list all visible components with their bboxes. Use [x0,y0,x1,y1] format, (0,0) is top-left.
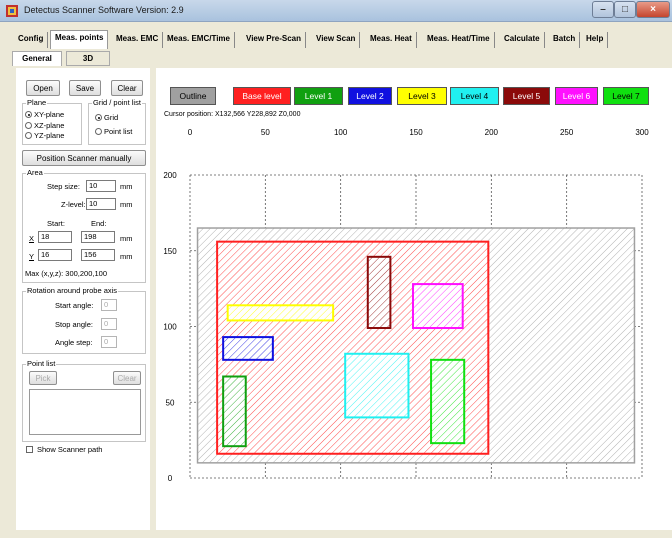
level-3-rect [226,304,335,322]
y-tick-label: 50 [166,398,175,407]
y-tick-label: 100 [163,323,177,332]
status-strip [0,530,672,538]
measurement-area-plot[interactable]: 0 50 100 150 200 250 300 200 150 100 50 0 [0,0,672,538]
level-5-rect [366,255,392,330]
x-tick-label: 200 [485,128,499,137]
x-tick-label: 100 [334,128,348,137]
level-6-rect [411,283,464,330]
level-4-rect [344,352,410,419]
x-tick-label: 300 [635,128,649,137]
x-tick-label: 150 [409,128,423,137]
y-tick-label: 0 [168,474,173,483]
x-tick-label: 50 [261,128,270,137]
x-tick-label: 0 [188,128,193,137]
y-tick-label: 150 [163,247,177,256]
y-tick-label: 200 [163,171,177,180]
level-1-rect [222,375,247,448]
x-tick-label: 250 [560,128,574,137]
level-7-rect [430,358,466,445]
level-2-rect [222,336,274,361]
